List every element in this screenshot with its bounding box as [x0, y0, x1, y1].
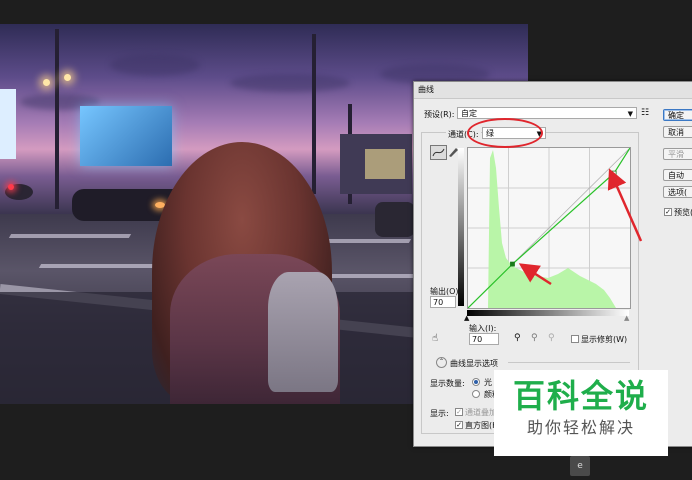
watermark-title: 百科全说: [512, 377, 649, 415]
small-logo: e: [570, 456, 590, 476]
watermark-subtitle: 助你轻松解决: [526, 418, 635, 437]
arrow-lower: [518, 263, 552, 286]
watermark-logo: 百科全说 助你轻松解决: [494, 370, 668, 456]
arrow-upper: [607, 168, 643, 242]
